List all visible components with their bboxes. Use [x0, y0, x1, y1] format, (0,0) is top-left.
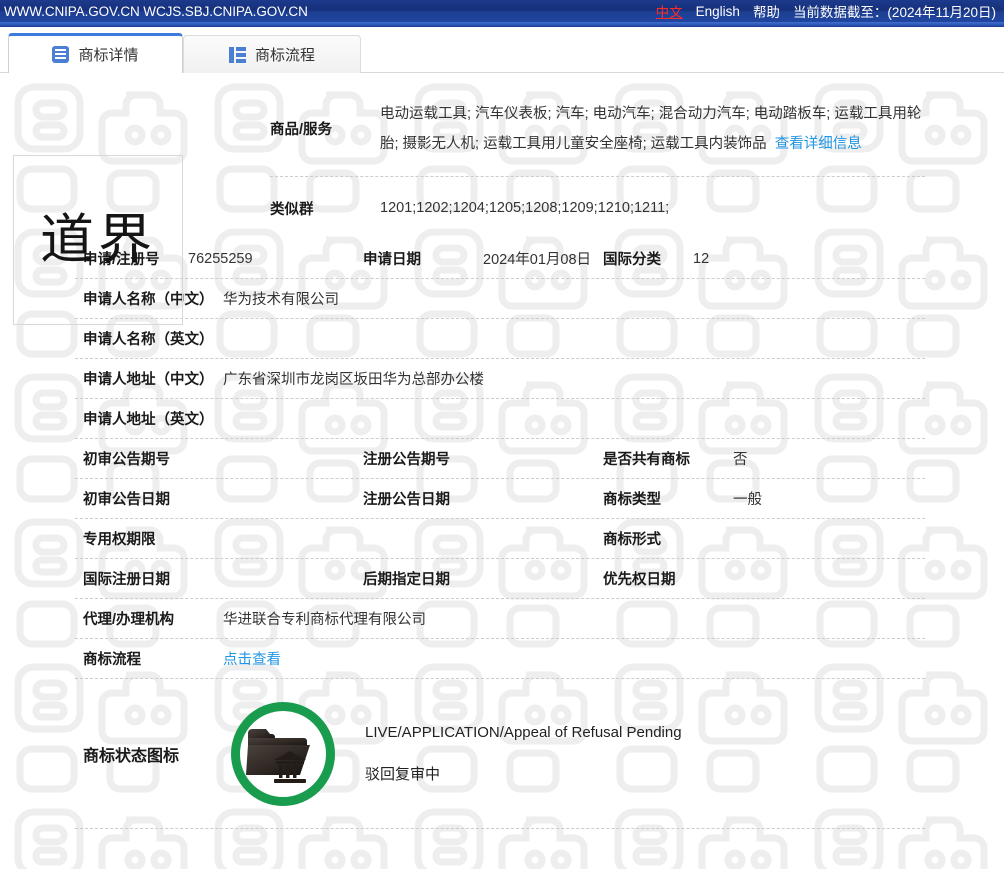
shared-trademark-value: 否 — [733, 452, 748, 468]
cell-first-publication-number: 初审公告期号 — [83, 448, 363, 469]
status-text-english: LIVE/APPLICATION/Appeal of Refusal Pendi… — [365, 723, 682, 741]
row-trademark-flow: 商标流程 点击查看 — [75, 639, 925, 679]
cell-later-designation-date: 后期指定日期 — [363, 568, 603, 589]
applicant-name-cn-value: 华为技术有限公司 — [223, 292, 339, 308]
row-application-info: 申请/注册号 76255259 申请日期 2024年01月08日 国际分类 12 — [75, 239, 925, 279]
help-link[interactable]: 帮助 — [753, 1, 780, 21]
registration-publication-date-label: 注册公告日期 — [363, 492, 450, 508]
application-number-value: 76255259 — [188, 250, 253, 267]
language-chinese-link[interactable]: 中文 — [656, 1, 683, 21]
goods-services-value: 电动运载工具; 汽车仪表板; 汽车; 电动汽车; 混合动力汽车; 电动踏板车; … — [380, 105, 922, 152]
cell-exclusive-right-period: 专用权期限 — [83, 528, 363, 549]
international-registration-date-label: 国际注册日期 — [83, 572, 170, 588]
tab-trademark-details-label: 商标详情 — [78, 47, 139, 64]
grid-blocks-icon — [228, 46, 246, 63]
language-english-link[interactable]: English — [696, 4, 740, 19]
shared-trademark-label: 是否共有商标 — [603, 452, 690, 468]
row-applicant-address-en: 申请人地址（英文） — [75, 399, 925, 439]
row-exclusive-and-form: 专用权期限 商标形式 — [75, 519, 925, 559]
international-class-value: 12 — [693, 250, 710, 267]
row-goods-services: 商品/服务 电动运载工具; 汽车仪表板; 汽车; 电动汽车; 混合动力汽车; 电… — [270, 81, 925, 177]
trademark-image: 道界 — [13, 155, 183, 325]
first-publication-number-label: 初审公告期号 — [83, 452, 170, 468]
folder-courthouse-icon — [231, 701, 335, 806]
tab-trademark-flow[interactable]: 商标流程 — [183, 35, 361, 73]
international-class-label: 国际分类 — [603, 252, 661, 268]
agency-value: 华进联合专利商标代理有限公司 — [223, 612, 426, 628]
applicant-address-en-label: 申请人地址（英文） — [83, 412, 214, 428]
row-trademark-status: 商标状态图标 LIVE/APPLICATION/Appeal of Refusa… — [75, 679, 925, 829]
applicant-address-cn-label: 申请人地址（中文） — [83, 372, 214, 388]
goods-services-label: 商品/服务 — [270, 122, 333, 138]
row-publication-numbers: 初审公告期号 注册公告期号 是否共有商标 否 — [75, 439, 925, 479]
similar-groups-value: 1201;1202;1204;1205;1208;1209;1210;1211; — [380, 200, 670, 216]
cell-priority-date: 优先权日期 — [603, 568, 925, 589]
status-icon-wrap — [223, 701, 343, 806]
top-header-bar: WWW.CNIPA.GOV.CN WCJS.SBJ.CNIPA.GOV.CN 中… — [0, 0, 1004, 22]
row-agency: 代理/办理机构 华进联合专利商标代理有限公司 — [75, 599, 925, 639]
tab-trademark-flow-label: 商标流程 — [254, 47, 315, 64]
trademark-flow-label: 商标流程 — [83, 652, 141, 668]
cell-trademark-form: 商标形式 — [603, 528, 925, 549]
priority-date-label: 优先权日期 — [603, 572, 676, 588]
trademark-detail-sheet: 商品/服务 电动运载工具; 汽车仪表板; 汽车; 电动汽车; 混合动力汽车; 电… — [75, 81, 925, 829]
cell-registration-publication-number: 注册公告期号 — [363, 448, 603, 469]
exclusive-right-period-label: 专用权期限 — [83, 532, 156, 548]
application-date-value: 2024年01月08日 — [483, 252, 592, 268]
trademark-image-text: 道界 — [40, 208, 156, 271]
list-lines-icon — [52, 46, 70, 63]
trademark-status-label: 商标状态图标 — [83, 747, 180, 765]
applicant-address-cn-value: 广东省深圳市龙岗区坂田华为总部办公楼 — [223, 372, 484, 388]
top-info-block: 商品/服务 电动运载工具; 汽车仪表板; 汽车; 电动汽车; 混合动力汽车; 电… — [75, 81, 925, 239]
row-applicant-name-cn: 申请人名称（中文） 华为技术有限公司 — [75, 279, 925, 319]
view-detail-link[interactable]: 查看详细信息 — [775, 136, 862, 152]
row-similar-groups: 类似群 1201;1202;1204;1205;1208;1209;1210;1… — [270, 177, 925, 239]
trademark-type-value: 一般 — [733, 492, 762, 508]
cell-international-class: 国际分类 12 — [603, 248, 925, 269]
cell-first-publication-date: 初审公告日期 — [83, 488, 363, 509]
application-date-label: 申请日期 — [363, 252, 421, 268]
cell-trademark-type: 商标类型 一般 — [603, 488, 925, 509]
cell-registration-publication-date: 注册公告日期 — [363, 488, 603, 509]
detail-content-area: 道界 商品/服务 电动运载工具; 汽车仪表板; 汽车; 电动汽车; 混合动力汽车… — [0, 73, 1004, 869]
cell-shared-trademark: 是否共有商标 否 — [603, 448, 925, 469]
registration-publication-number-label: 注册公告期号 — [363, 452, 450, 468]
agency-label: 代理/办理机构 — [83, 612, 175, 628]
trademark-type-label: 商标类型 — [603, 492, 661, 508]
cell-application-date: 申请日期 2024年01月08日 — [363, 248, 603, 269]
tab-strip: 商标流程 商标详情 — [0, 27, 1004, 73]
status-text-chinese: 驳回复审中 — [365, 765, 441, 783]
row-applicant-address-cn: 申请人地址（中文） 广东省深圳市龙岗区坂田华为总部办公楼 — [75, 359, 925, 399]
first-publication-date-label: 初审公告日期 — [83, 492, 170, 508]
row-publication-dates: 初审公告日期 注册公告日期 商标类型 一般 — [75, 479, 925, 519]
cell-international-registration-date: 国际注册日期 — [83, 568, 363, 589]
similar-groups-label: 类似群 — [270, 201, 314, 218]
trademark-flow-link[interactable]: 点击查看 — [223, 648, 281, 669]
site-domains: WWW.CNIPA.GOV.CN WCJS.SBJ.CNIPA.GOV.CN — [4, 3, 308, 19]
data-currency-note: 当前数据截至：(2024年11月20日) — [792, 5, 996, 20]
tab-trademark-details[interactable]: 商标详情 — [8, 33, 183, 73]
applicant-name-en-label: 申请人名称（英文） — [83, 332, 214, 348]
trademark-form-label: 商标形式 — [603, 532, 661, 548]
row-international-dates: 国际注册日期 后期指定日期 优先权日期 — [75, 559, 925, 599]
status-text-group: LIVE/APPLICATION/Appeal of Refusal Pendi… — [365, 724, 682, 784]
top-header-right-group: 中文 English 帮助 当前数据截至：(2024年11月20日) — [643, 0, 996, 22]
later-designation-date-label: 后期指定日期 — [363, 572, 450, 588]
row-applicant-name-en: 申请人名称（英文） — [75, 319, 925, 359]
